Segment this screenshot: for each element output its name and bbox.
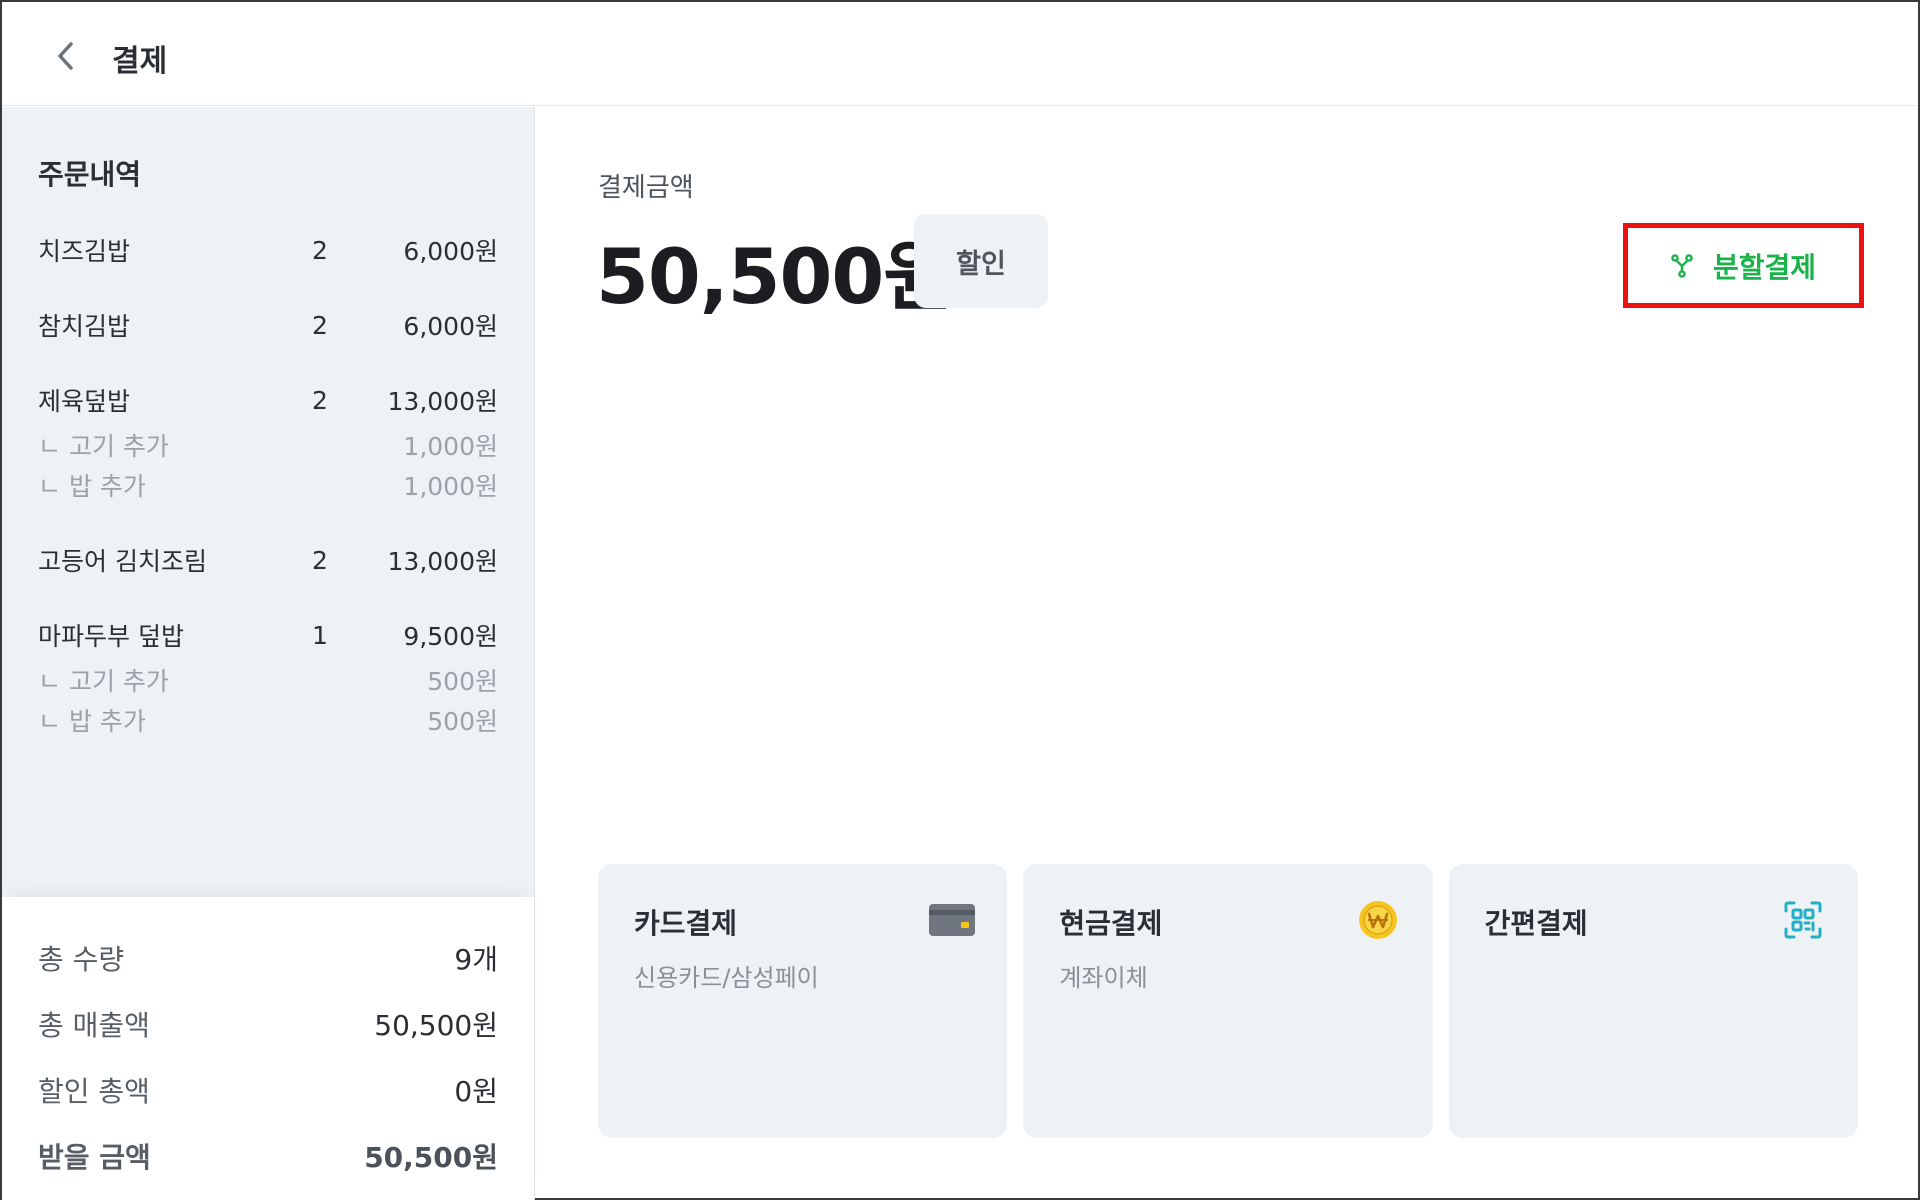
- split-icon: [1671, 253, 1693, 278]
- card-payment-option[interactable]: 카드결제 신용카드/삼성페이: [598, 864, 1008, 1138]
- order-sidebar: 주문내역 치즈김밥 2 6,000원 참치김밥 2 6,000원 제육덮밥 2 …: [2, 107, 535, 1200]
- summary-receivable: 받을 금액 50,500원: [38, 1123, 498, 1189]
- order-option: ㄴ 밥 추가 1,000원: [38, 465, 498, 505]
- summary-total-qty: 총 수량 9개: [38, 925, 498, 991]
- amount-label: 결제금액: [598, 173, 694, 203]
- payment-method-subtitle: 계좌이체: [1059, 964, 1148, 992]
- credit-card-icon: [929, 904, 976, 936]
- order-item-qty: 1: [312, 620, 328, 650]
- option-name: ㄴ 밥 추가: [38, 472, 146, 501]
- option-price: 500원: [427, 707, 498, 736]
- back-button[interactable]: [46, 36, 86, 76]
- cash-payment-option[interactable]: 현금결제 계좌이체: [1023, 864, 1433, 1138]
- order-item-qty: 2: [312, 235, 328, 265]
- option-name: ㄴ 고기 추가: [38, 432, 169, 461]
- qr-scan-icon: [1784, 901, 1822, 939]
- order-option: ㄴ 고기 추가 500원: [38, 660, 498, 700]
- option-price: 1,000원: [403, 432, 498, 461]
- option-price: 1,000원: [403, 472, 498, 501]
- order-item-name: 참치김밥: [38, 312, 131, 341]
- top-bar: 결제: [2, 2, 1918, 106]
- order-item: 참치김밥 2 6,000원: [38, 310, 498, 342]
- split-payment-button[interactable]: 분할결제: [1623, 223, 1864, 308]
- order-item: 제육덮밥 2 13,000원 ㄴ 고기 추가 1,000원 ㄴ 밥 추가 1,0…: [38, 385, 498, 505]
- order-item-price: 13,000원: [387, 547, 498, 576]
- order-item-qty: 2: [312, 310, 328, 340]
- order-item-name: 고등어 김치조림: [38, 547, 207, 576]
- order-item-name: 치즈김밥: [38, 237, 131, 266]
- summary-value: 50,500원: [374, 1009, 498, 1042]
- order-option: ㄴ 고기 추가 1,000원: [38, 425, 498, 465]
- order-item-qty: 2: [312, 545, 328, 575]
- discount-button[interactable]: 할인: [914, 214, 1048, 308]
- order-item: 고등어 김치조림 2 13,000원: [38, 545, 498, 577]
- summary-value: 9개: [454, 943, 498, 976]
- order-item-name: 마파두부 덮밥: [38, 622, 184, 651]
- order-item-price: 6,000원: [403, 237, 498, 266]
- order-item-name: 제육덮밥: [38, 387, 131, 416]
- payment-method-title: 카드결제: [634, 907, 738, 940]
- split-payment-label: 분할결제: [1712, 250, 1817, 284]
- summary-value: 0원: [454, 1075, 498, 1108]
- order-option: ㄴ 밥 추가 500원: [38, 700, 498, 740]
- option-name: ㄴ 밥 추가: [38, 707, 146, 736]
- summary-label: 할인 총액: [38, 1075, 150, 1108]
- summary-value: 50,500원: [364, 1141, 498, 1174]
- payment-main: 결제금액 50,500원 할인 분할결제 카드결제 신용카드/삼성페이 현금결제…: [536, 107, 1918, 1200]
- page-title: 결제: [112, 44, 168, 79]
- order-list[interactable]: 치즈김밥 2 6,000원 참치김밥 2 6,000원 제육덮밥 2 13,00…: [38, 235, 498, 764]
- summary-label: 총 매출액: [38, 1009, 150, 1042]
- order-summary: 총 수량 9개 총 매출액 50,500원 할인 총액 0원 받을 금액 50,…: [2, 897, 534, 1200]
- payment-method-title: 현금결제: [1059, 907, 1163, 940]
- order-item-price: 9,500원: [403, 622, 498, 651]
- summary-label: 총 수량: [38, 943, 125, 976]
- order-item: 치즈김밥 2 6,000원: [38, 235, 498, 267]
- payment-methods: 카드결제 신용카드/삼성페이 현금결제 계좌이체 간편결제: [598, 864, 1858, 1138]
- option-name: ㄴ 고기 추가: [38, 667, 169, 696]
- summary-discount-total: 할인 총액 0원: [38, 1057, 498, 1123]
- app-frame: 결제 주문내역 치즈김밥 2 6,000원 참치김밥 2 6,000원 제육덮밥…: [0, 0, 1920, 1200]
- amount-value: 50,500원: [596, 232, 953, 321]
- summary-label: 받을 금액: [38, 1141, 151, 1174]
- payment-method-subtitle: 신용카드/삼성페이: [634, 964, 819, 992]
- won-coin-icon: [1358, 901, 1397, 939]
- order-item-qty: 2: [312, 385, 328, 415]
- order-list-title: 주문내역: [38, 158, 142, 191]
- chevron-left-icon: [58, 42, 73, 70]
- option-price: 500원: [427, 667, 498, 696]
- summary-total-sales: 총 매출액 50,500원: [38, 991, 498, 1057]
- easy-payment-option[interactable]: 간편결제: [1448, 864, 1858, 1138]
- order-item-price: 13,000원: [387, 387, 498, 416]
- payment-method-title: 간편결제: [1484, 907, 1588, 940]
- order-item: 마파두부 덮밥 1 9,500원 ㄴ 고기 추가 500원 ㄴ 밥 추가 500…: [38, 620, 498, 740]
- order-item-price: 6,000원: [403, 312, 498, 341]
